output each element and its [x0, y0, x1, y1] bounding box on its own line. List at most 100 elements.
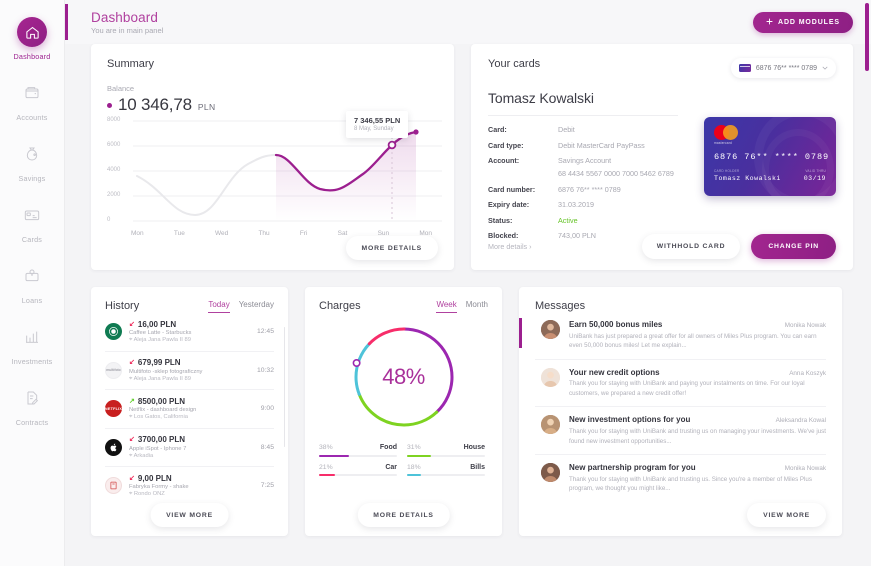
change-pin-button[interactable]: CHANGE PIN: [751, 234, 836, 259]
sidebar-item-accounts[interactable]: Accounts: [0, 69, 65, 130]
divider: [488, 115, 678, 116]
transaction-amount: 3700,00 PLN: [137, 435, 186, 444]
charges-more-details-button[interactable]: MORE DETAILS: [357, 503, 450, 527]
x-tick: Wed: [215, 230, 229, 237]
apple-logo-icon: [105, 438, 122, 456]
sidebar-item-label: Savings: [18, 174, 46, 183]
sidebar-item-cards[interactable]: Cards: [0, 191, 65, 252]
credit-card-icon: [738, 64, 751, 72]
outgoing-arrow-icon: ↙: [129, 320, 135, 328]
card-detail-row: Expiry date: 31.03.2019: [488, 200, 688, 209]
transaction-row[interactable]: multifoto ↙ 679,99 PLN Multifoto -sklep …: [105, 352, 274, 390]
transaction-description: Netflix - dashboard design: [129, 407, 197, 413]
history-title: History: [105, 300, 140, 312]
transaction-description: Multifoto -sklep fotograficzny: [129, 368, 203, 375]
message-title: New investment options for you: [569, 415, 691, 425]
x-tick: Thu: [258, 230, 270, 237]
transaction-info: ↙ 3700,00 PLN Apple iSpot - Iphone 7 ⌖ A…: [129, 435, 257, 460]
topbar: Dashboard You are in main panel ADD MODU…: [65, 0, 871, 44]
card-detail-row: Card: Debit: [488, 125, 688, 134]
sidebar: Dashboard Accounts Savings Cards Loans I…: [0, 0, 65, 566]
message-row[interactable]: Earn 50,000 bonus miles Monika Nowak Uni…: [519, 312, 826, 360]
tab-yesterday[interactable]: Yesterday: [239, 300, 274, 313]
card-holder-name: Tomasz Kowalski: [488, 90, 594, 106]
incoming-arrow-icon: ↗: [129, 397, 135, 405]
sidebar-item-label: Accounts: [16, 113, 48, 122]
balance-dot-icon: [107, 102, 112, 108]
tab-week[interactable]: Week: [436, 300, 457, 313]
message-text: Thank you for staying with UniBank and t…: [569, 427, 826, 445]
legend-label: Bills: [470, 463, 485, 471]
money-bag-icon: [17, 139, 47, 169]
sidebar-item-contracts[interactable]: Contracts: [0, 374, 65, 435]
transaction-info: ↙ 679,99 PLN Multifoto -sklep fotografic…: [129, 358, 253, 383]
x-tick: Sat: [337, 230, 348, 237]
add-modules-label: ADD MODULES: [777, 18, 840, 26]
balance-label: Balance: [107, 84, 135, 93]
summary-card: Summary Balance 10 346,78 PLN 8000 6000 …: [91, 44, 454, 270]
sidebar-item-dashboard[interactable]: Dashboard: [0, 8, 65, 69]
transaction-row[interactable]: ↙ 16,00 PLN Caffee Latte - Starbucks ⌖ A…: [105, 313, 274, 352]
message-row[interactable]: New partnership program for you Monika N…: [535, 455, 826, 502]
transaction-row[interactable]: ↙ 3700,00 PLN Apple iSpot - Iphone 7 ⌖ A…: [105, 429, 274, 467]
main-area: Dashboard You are in main panel ADD MODU…: [65, 0, 871, 566]
sidebar-item-loans[interactable]: Loans: [0, 252, 65, 313]
transaction-row[interactable]: ↙ 9,00 PLN Fabryka Formy - shake ⌖ Rondo…: [105, 467, 274, 505]
transaction-row[interactable]: NETFLIX ↗ 8500,00 PLN Netflix - dashboar…: [105, 390, 274, 429]
balance-currency: PLN: [197, 102, 216, 112]
tab-today[interactable]: Today: [208, 300, 230, 313]
bar-chart-icon: [17, 322, 47, 352]
sidebar-item-label: Contracts: [15, 418, 49, 427]
sidebar-item-investments[interactable]: Investments: [0, 313, 65, 374]
history-scrollbar[interactable]: [283, 327, 285, 447]
charges-legend: 38% Food 31% House 21% Car 18% Bills: [319, 444, 488, 476]
detail-value: 31.03.2019: [558, 200, 594, 209]
detail-value: Debit MasterCard PayPass: [558, 140, 645, 150]
dashboard-grid: Summary Balance 10 346,78 PLN 8000 6000 …: [65, 44, 871, 536]
chevron-down-icon: [822, 65, 828, 72]
cards-panel: Your cards 6876 76** **** 0789 Tomasz Ko…: [471, 44, 853, 270]
detail-key: Expiry date:: [488, 200, 530, 209]
page-scrollbar[interactable]: [865, 3, 869, 71]
legend-percent: 31%: [407, 444, 421, 451]
legend-percent: 21%: [319, 463, 333, 471]
document-edit-icon: [17, 383, 47, 413]
summary-more-details-button[interactable]: MORE DETAILS: [345, 236, 438, 260]
charges-tabs: Week Month: [436, 300, 488, 313]
tab-month[interactable]: Month: [466, 300, 488, 313]
withhold-card-button[interactable]: WITHHOLD CARD: [641, 234, 741, 259]
add-modules-button[interactable]: ADD MODULES: [752, 11, 853, 33]
card-selector-dropdown[interactable]: 6876 76** **** 0789: [730, 58, 836, 78]
multifoto-logo-icon: multifoto: [105, 361, 122, 379]
message-row[interactable]: New investment options for you Aleksandr…: [535, 407, 826, 456]
transaction-time: 7:25: [260, 482, 274, 490]
legend-label: Car: [385, 463, 397, 471]
detail-value: Debit: [558, 125, 575, 134]
message-body: Your new credit options Anna Koszyk Than…: [569, 368, 826, 399]
sidebar-item-savings[interactable]: Savings: [0, 130, 65, 191]
credit-card-icon: [17, 200, 47, 230]
status-badge: Active: [558, 215, 578, 225]
card-details-list: Card: Debit Card type: Debit MasterCard …: [488, 115, 688, 247]
sidebar-item-label: Dashboard: [13, 52, 51, 61]
message-author: Anna Koszyk: [789, 369, 826, 377]
avatar: [541, 463, 560, 483]
message-title: New partnership program for you: [569, 463, 696, 473]
tooltip-date: 8 May, Sunday: [354, 126, 394, 132]
transaction-amount: 8500,00 PLN: [137, 396, 186, 406]
page-subtitle: You are in main panel: [91, 25, 164, 35]
message-text: UniBank has just prepared a great offer …: [569, 332, 817, 350]
history-view-more-button[interactable]: VIEW MORE: [150, 503, 229, 527]
history-header: History Today Yesterday: [105, 300, 274, 313]
card-detail-row: Account: Savings Account: [488, 156, 688, 165]
page-title: Dashboard: [91, 9, 158, 25]
message-row[interactable]: Your new credit options Anna Koszyk Than…: [535, 360, 826, 408]
transaction-location: ⌖ Los Gatos, California: [129, 414, 189, 420]
message-author: Aleksandra Kowal: [775, 417, 826, 425]
messages-view-more-button[interactable]: VIEW MORE: [747, 503, 826, 527]
summary-chart: 8000 6000 4000 2000 0 7 346,55 PLN 8 May…: [107, 111, 442, 237]
charges-title: Charges: [319, 300, 361, 312]
detail-key: Account:: [488, 156, 520, 165]
summary-title: Summary: [107, 58, 155, 70]
more-details-link[interactable]: More details ›: [488, 242, 532, 251]
